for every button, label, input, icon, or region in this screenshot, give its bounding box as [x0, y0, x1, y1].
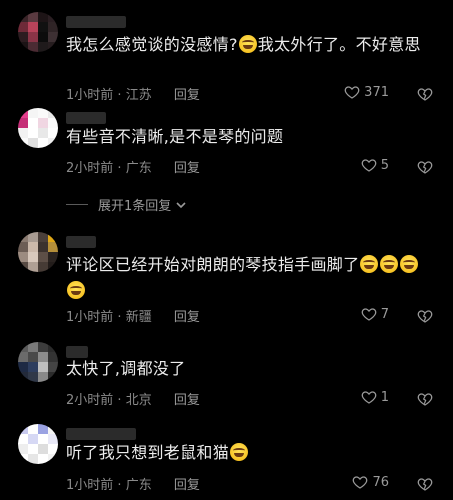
comment-time: 1小时前: [66, 310, 114, 325]
broken-heart-icon[interactable]: [417, 86, 433, 102]
reply-button[interactable]: 回复: [174, 478, 200, 493]
reply-button[interactable]: 回复: [174, 310, 200, 325]
comment-text[interactable]: 听了我只想到老鼠和猫: [66, 440, 426, 466]
reply-button[interactable]: 回复: [174, 161, 200, 176]
chevron-down-icon: [176, 201, 186, 208]
avatar[interactable]: [18, 108, 58, 148]
heart-outline-icon: [353, 476, 368, 489]
like-count: 371: [364, 84, 389, 100]
heart-outline-icon: [344, 86, 360, 99]
username-redacted: [66, 428, 136, 440]
comment-time: 1小时前: [66, 88, 114, 103]
like-count: 1: [380, 389, 389, 405]
comment-meta: 2小时前 · 北京 回复: [66, 393, 200, 408]
heart-outline-icon: [361, 391, 377, 404]
comment-meta: 2小时前 · 广东 回复: [66, 161, 200, 176]
comment-meta: 1小时前 · 新疆 回复: [66, 310, 200, 325]
reply-button[interactable]: 回复: [174, 393, 200, 408]
expand-replies-label: 展开1条回复: [98, 199, 172, 214]
expand-replies-button[interactable]: 展开1条回复: [66, 195, 187, 214]
comment-time: 2小时前: [66, 393, 114, 408]
avatar[interactable]: [18, 12, 58, 52]
laughing-emoji-icon: [360, 255, 379, 273]
broken-heart-icon[interactable]: [417, 391, 433, 407]
broken-heart-icon[interactable]: [417, 159, 433, 175]
broken-heart-icon[interactable]: [417, 308, 433, 324]
comment-text[interactable]: 太快了,调都没了: [66, 356, 426, 382]
laughing-emoji-icon: [400, 255, 419, 273]
username-redacted: [66, 112, 106, 124]
comment-meta: 1小时前 · 江苏 回复: [66, 88, 200, 103]
comment-time: 2小时前: [66, 161, 114, 176]
reply-button[interactable]: 回复: [174, 88, 200, 103]
avatar[interactable]: [18, 424, 58, 464]
like-button[interactable]: 5: [361, 157, 389, 173]
laughing-emoji-icon: [67, 281, 85, 299]
comment-location: 广东: [125, 161, 152, 176]
like-button[interactable]: 371: [344, 84, 389, 100]
like-count: 5: [380, 157, 389, 173]
like-count: 76: [372, 474, 389, 490]
laughing-emoji-icon: [238, 35, 257, 53]
laughing-emoji-icon: [230, 443, 249, 461]
comment-location: 江苏: [125, 88, 152, 103]
avatar[interactable]: [18, 232, 58, 272]
comment-text[interactable]: 有些音不清晰,是不是琴的问题: [66, 124, 426, 150]
laughing-emoji-icon: [380, 255, 399, 273]
like-count: 7: [380, 306, 389, 322]
comment-text[interactable]: 我怎么感觉谈的没感情? 我太外行了。不好意思: [66, 32, 426, 58]
heart-outline-icon: [361, 159, 377, 172]
like-button[interactable]: 76: [352, 474, 389, 490]
comment-text[interactable]: 评论区已经开始对朗朗的琴技指手画脚了: [66, 252, 426, 304]
comment-location: 广东: [125, 478, 152, 493]
username-redacted: [66, 16, 126, 28]
comment-location: 新疆: [125, 310, 152, 325]
comment-meta: 1小时前 · 广东 回复: [66, 478, 200, 493]
heart-outline-icon: [361, 308, 377, 321]
like-button[interactable]: 1: [361, 389, 389, 405]
broken-heart-icon[interactable]: [417, 476, 433, 492]
divider-line: [66, 204, 88, 205]
like-button[interactable]: 7: [361, 306, 389, 322]
username-redacted: [66, 236, 96, 248]
comment-location: 北京: [125, 393, 152, 408]
comment-time: 1小时前: [66, 478, 114, 493]
avatar[interactable]: [18, 342, 58, 382]
